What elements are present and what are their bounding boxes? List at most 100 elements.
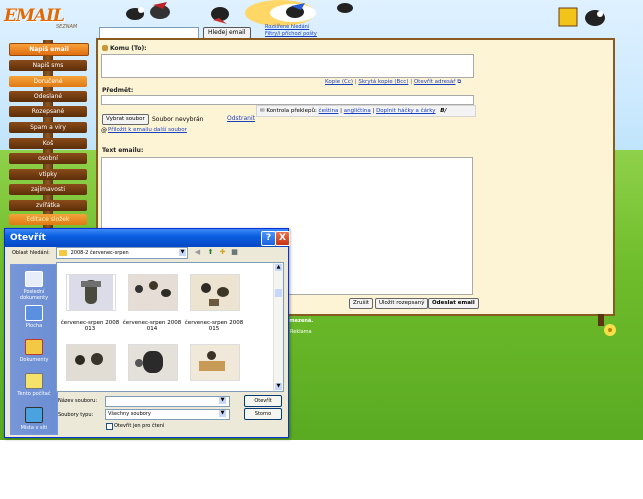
place-desktop-label: Plocha <box>25 323 43 329</box>
file-thumbnail[interactable] <box>66 274 116 311</box>
save-draft-button[interactable]: Uložit rozepsaný <box>375 298 429 309</box>
file-thumbnail[interactable] <box>190 344 240 381</box>
place-recent[interactable]: Poslední dokumenty <box>11 271 57 301</box>
contact-icon <box>102 45 108 51</box>
dialog-title: Otevřít <box>10 233 46 243</box>
sidebar-item-sent[interactable]: Odeslané <box>9 91 87 102</box>
sidebar-item-jokes[interactable]: vtipky <box>9 169 87 180</box>
sidebar-item-animals[interactable]: zvířátka <box>9 200 87 211</box>
back-icon[interactable]: ◀ <box>193 248 202 257</box>
recent-docs-icon <box>25 271 43 287</box>
file-thumbnail[interactable] <box>66 344 116 381</box>
dialog-close-button[interactable]: X <box>275 231 290 246</box>
filename-input[interactable] <box>105 396 230 407</box>
page-bottom <box>0 440 643 499</box>
file-name: červenec-srpen 2008 013 <box>60 320 120 332</box>
filename-label: Název souboru: <box>58 398 98 404</box>
sidebar-item-sms[interactable]: Napiš sms <box>9 60 87 71</box>
editor-toolbar: ✉ Kontrola překlepů: čeština | angličtin… <box>256 105 476 117</box>
place-network-label: Místa v síti <box>20 425 48 431</box>
sidebar-item-personal[interactable]: osobní <box>9 153 87 164</box>
sidebar-item-trash[interactable]: Koš <box>9 138 87 149</box>
up-folder-icon[interactable]: ⬆ <box>206 248 215 257</box>
readonly-label: Otevřít jen pro čtení <box>114 423 165 429</box>
diacritics-link[interactable]: Doplnit háčky a čárky <box>376 108 435 114</box>
sidebar-item-interesting[interactable]: zajímavosti <box>9 184 87 195</box>
file-name: červenec-srpen 2008 015 <box>184 320 244 332</box>
sidebar-item-drafts[interactable]: Rozepsané <box>9 106 87 117</box>
remove-link[interactable]: Odstranit <box>227 115 255 122</box>
subject-label: Předmět: <box>102 87 134 94</box>
file-name: červenec-srpen 2008 014 <box>122 320 182 332</box>
dialog-help-button[interactable]: ? <box>261 231 276 246</box>
network-icon <box>25 407 43 423</box>
cancel-button[interactable]: Zrušit <box>349 298 374 309</box>
compose-button[interactable]: Napiš email <box>9 43 89 56</box>
flower-decoration <box>598 314 616 336</box>
folder-icon <box>59 249 67 256</box>
desktop-icon <box>25 305 43 321</box>
sidebar-item-spam[interactable]: Spam a viry <box>9 122 87 133</box>
subject-field[interactable] <box>101 95 474 105</box>
format-button[interactable]: B/ <box>440 108 446 114</box>
email-logo[interactable]: EMAIL SEZNAM <box>0 2 92 36</box>
choose-file-button[interactable]: Vybrat soubor <box>102 114 149 125</box>
chevron-down-icon[interactable]: ▼ <box>179 249 186 256</box>
file-thumbnail[interactable] <box>190 274 240 311</box>
new-folder-icon[interactable]: ✚ <box>218 248 227 257</box>
to-field[interactable] <box>101 54 474 78</box>
footer-text: omezená. <box>286 318 314 324</box>
send-button[interactable]: Odeslat email <box>428 298 479 309</box>
filename-dropdown-icon[interactable]: ▼ <box>219 397 226 404</box>
filetype-label: Soubory typu: <box>58 412 94 418</box>
view-menu-icon[interactable]: ▦ <box>230 248 239 257</box>
address-book-icon: ⧉ <box>457 79 462 85</box>
file-thumbnail[interactable] <box>128 274 178 311</box>
look-in-value: 2008-2 červenec-srpen <box>70 250 129 256</box>
advanced-search-link[interactable]: Rozšířené hledání <box>265 24 317 31</box>
lang-czech-link[interactable]: čeština <box>319 108 339 114</box>
cc-link[interactable]: Kopie (Cc) <box>325 79 353 85</box>
readonly-checkbox[interactable] <box>106 423 113 430</box>
logo-subtitle: SEZNAM <box>56 24 78 30</box>
file-list-scrollbar[interactable]: ▲ ▼ <box>273 263 283 391</box>
scroll-thumb[interactable] <box>275 289 282 297</box>
sidebar-item-edit-folders[interactable]: Editace složek <box>9 214 87 225</box>
dialog-titlebar[interactable]: Otevřít ? X <box>5 229 290 247</box>
place-network[interactable]: Místa v síti <box>11 407 57 431</box>
place-recent-label: Poslední dokumenty <box>19 289 49 301</box>
look-in-label: Oblast hledání: <box>12 250 50 256</box>
no-file-text: Soubor nevybrán <box>152 116 204 123</box>
to-label: Komu (To): <box>110 45 147 52</box>
body-label: Text emailu: <box>102 147 144 154</box>
attach-more-link[interactable]: Přiložit k emailu další soubor <box>108 127 187 133</box>
spellcheck-icon: ✉ <box>260 108 265 114</box>
dialog-cancel-button[interactable]: Storno <box>244 408 282 420</box>
logo-text: EMAIL <box>4 6 65 26</box>
place-computer[interactable]: Tento počítač <box>11 373 57 397</box>
footer-ad-link[interactable]: Reklama <box>290 329 312 335</box>
filetype-select[interactable]: Všechny soubory <box>105 409 230 420</box>
scroll-down-icon[interactable]: ▼ <box>275 383 282 390</box>
open-button[interactable]: Otevřít <box>244 395 282 407</box>
bcc-link[interactable]: Skrytá kopie (Bcc) <box>358 79 408 85</box>
search-links: Rozšířené hledání Filtry/i příchozí pošt… <box>265 24 317 38</box>
computer-icon <box>25 373 43 389</box>
filter-link[interactable]: Filtry/i příchozí pošty <box>265 31 317 38</box>
filetype-dropdown-icon[interactable]: ▼ <box>219 410 226 417</box>
address-book-link[interactable]: Otevřít adresář <box>414 79 456 85</box>
documents-icon <box>25 339 43 355</box>
sidebar-item-inbox[interactable]: Doručené <box>9 76 87 87</box>
filetype-value: Všechny soubory <box>108 411 151 417</box>
spellcheck-label: Kontrola překlepů: <box>266 108 317 114</box>
file-thumbnail[interactable] <box>128 344 178 381</box>
places-bar: Poslední dokumenty Plocha Dokumenty Tent… <box>10 264 58 435</box>
scroll-up-icon[interactable]: ▲ <box>275 264 282 271</box>
place-documents[interactable]: Dokumenty <box>11 339 57 363</box>
recipient-links: Kopie (Cc) | Skrytá kopie (Bcc) | Otevří… <box>325 79 462 85</box>
paperclip-icon: @ <box>101 127 107 134</box>
look-in-select[interactable]: 2008-2 červenec-srpen ▼ <box>56 247 188 259</box>
lang-english-link[interactable]: angličtina <box>344 108 371 114</box>
place-documents-label: Dokumenty <box>19 357 49 363</box>
place-desktop[interactable]: Plocha <box>11 305 57 329</box>
